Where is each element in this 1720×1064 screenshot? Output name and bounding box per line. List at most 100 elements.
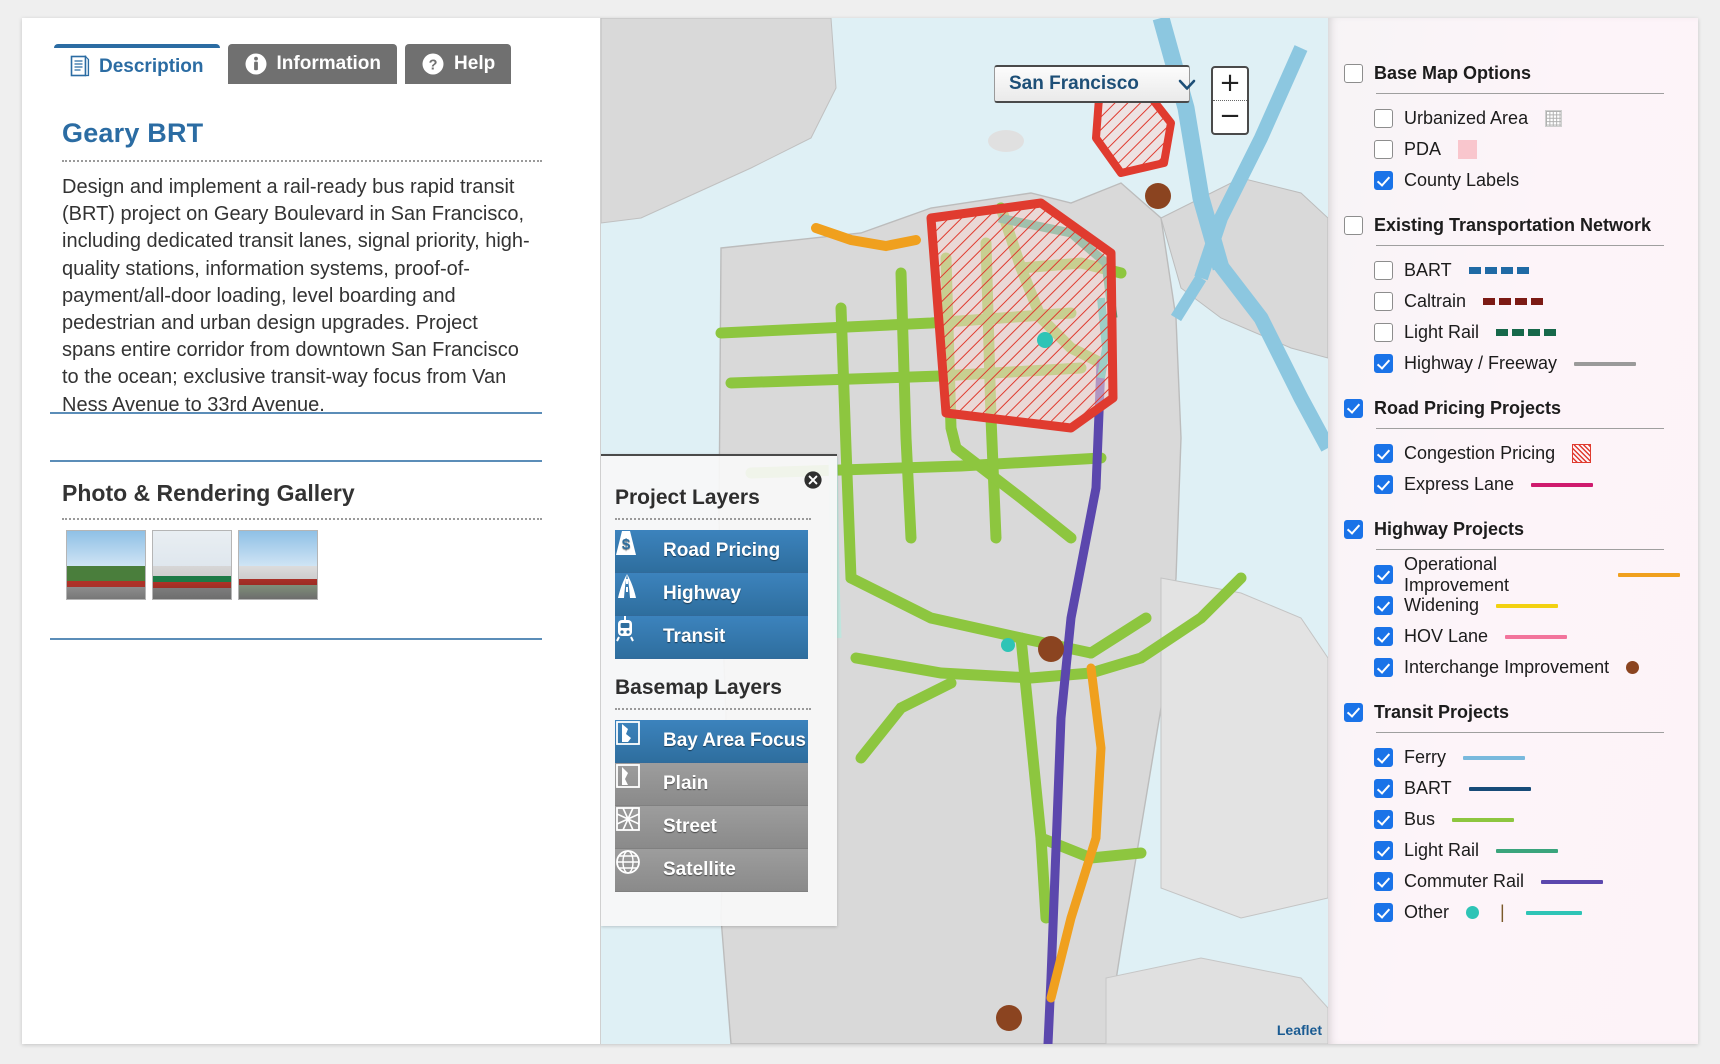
- legend-item-checkbox[interactable]: [1374, 109, 1393, 128]
- zoom-in-button[interactable]: +: [1213, 68, 1247, 101]
- leaflet-attribution[interactable]: Leaflet: [1277, 1022, 1322, 1038]
- basemap-button-satellite[interactable]: Satellite: [615, 849, 808, 892]
- zoom-controls: + −: [1211, 66, 1249, 135]
- legend-item-checkbox[interactable]: [1374, 810, 1393, 829]
- info-icon: [244, 52, 268, 76]
- gallery-thumbnail[interactable]: [66, 530, 146, 600]
- legend-item-light-rail[interactable]: Light Rail: [1374, 835, 1680, 866]
- legend-group-label: Base Map Options: [1374, 62, 1532, 83]
- legend-item-bart[interactable]: BART: [1374, 255, 1680, 286]
- legend-item-label: Widening: [1404, 595, 1480, 615]
- legend-item-pda[interactable]: PDA: [1374, 134, 1680, 165]
- legend-item-label: Congestion Pricing: [1404, 443, 1556, 463]
- legend-item-bart[interactable]: BART: [1374, 773, 1680, 804]
- legend-swatch: [1505, 634, 1568, 639]
- legend-group-checkbox[interactable]: [1344, 63, 1363, 83]
- page-title: Geary BRT: [62, 118, 204, 148]
- legend-item-checkbox[interactable]: [1374, 261, 1393, 280]
- close-icon[interactable]: [803, 470, 823, 490]
- legend-item-other[interactable]: Other |: [1374, 897, 1680, 928]
- legend-item-interchange-improvement[interactable]: Interchange Improvement: [1374, 652, 1680, 683]
- legend-item-hov-lane[interactable]: HOV Lane: [1374, 621, 1680, 652]
- legend-item-label: Express Lane: [1404, 474, 1515, 494]
- legend-swatch: [1545, 110, 1563, 127]
- legend-item-checkbox[interactable]: [1374, 140, 1393, 159]
- legend-item-checkbox[interactable]: [1374, 171, 1393, 190]
- legend-swatch: [1463, 755, 1525, 760]
- legend-item-caltrain[interactable]: Caltrain: [1374, 286, 1680, 317]
- legend-group-base-map-options[interactable]: Base Map Options: [1344, 58, 1680, 88]
- tab-help[interactable]: ? Help: [405, 44, 512, 84]
- basemap-button-street[interactable]: Street: [615, 806, 808, 849]
- legend-item-checkbox[interactable]: [1374, 748, 1393, 767]
- legend-item-checkbox[interactable]: [1374, 475, 1393, 494]
- legend-group-highway-projects[interactable]: Highway Projects: [1344, 514, 1680, 544]
- legend-swatch: [1452, 817, 1515, 822]
- tab-help-label: Help: [454, 53, 496, 74]
- legend-item-checkbox[interactable]: [1374, 323, 1393, 342]
- svg-text:?: ?: [429, 57, 438, 73]
- legend-group-divider: [1376, 549, 1664, 550]
- legend-item-express-lane[interactable]: Express Lane: [1374, 469, 1680, 500]
- legend-item-checkbox[interactable]: [1374, 872, 1393, 891]
- tab-description-label: Description: [99, 55, 204, 77]
- legend-item-label: Operational Improvement: [1404, 553, 1510, 595]
- zoom-out-button[interactable]: −: [1213, 101, 1247, 133]
- layer-button-transit[interactable]: Transit: [615, 616, 808, 659]
- basemap-button-plain[interactable]: Plain: [615, 763, 808, 806]
- legend-item-checkbox[interactable]: [1374, 292, 1393, 311]
- project-description: Design and implement a rail-ready bus ra…: [62, 176, 530, 416]
- tab-information[interactable]: Information: [227, 44, 398, 84]
- gallery-thumbnail[interactable]: [238, 530, 318, 600]
- legend-group-checkbox[interactable]: [1344, 398, 1363, 418]
- legend-item-label: Urbanized Area: [1404, 108, 1529, 128]
- legend-item-label: County Labels: [1404, 170, 1520, 190]
- legend-swatch: [1626, 661, 1640, 674]
- legend-group-checkbox[interactable]: [1344, 215, 1363, 235]
- title-divider: [62, 160, 542, 162]
- legend-item-highway-freeway[interactable]: Highway / Freeway: [1374, 348, 1680, 379]
- legend-item-commuter-rail[interactable]: Commuter Rail: [1374, 866, 1680, 897]
- legend-group-divider: [1376, 93, 1664, 94]
- layer-button-highway[interactable]: Highway: [615, 573, 808, 616]
- gallery-thumbnail[interactable]: [152, 530, 232, 600]
- legend-item-checkbox[interactable]: [1374, 444, 1393, 463]
- legend-item-checkbox[interactable]: [1374, 627, 1393, 646]
- basemap-layers-title: Basemap Layers: [615, 676, 782, 699]
- legend-item-congestion-pricing[interactable]: Congestion Pricing: [1374, 438, 1680, 469]
- project-layers-divider: [615, 518, 811, 520]
- legend-item-checkbox[interactable]: [1374, 841, 1393, 860]
- legend-item-checkbox[interactable]: [1374, 903, 1393, 922]
- description-divider-bottom: [50, 460, 542, 462]
- legend-item-checkbox[interactable]: [1374, 565, 1393, 584]
- tab-description[interactable]: Description: [54, 44, 220, 84]
- legend-group-checkbox[interactable]: [1344, 519, 1363, 539]
- legend-item-checkbox[interactable]: [1374, 354, 1393, 373]
- legend-item-ferry[interactable]: Ferry: [1374, 742, 1680, 773]
- legend-item-label: HOV Lane: [1404, 626, 1489, 646]
- legend-item-checkbox[interactable]: [1374, 658, 1393, 677]
- legend-group-road-pricing-projects[interactable]: Road Pricing Projects: [1344, 393, 1680, 423]
- legend-item-bus[interactable]: Bus: [1374, 804, 1680, 835]
- legend-item-light-rail[interactable]: Light Rail: [1374, 317, 1680, 348]
- legend-swatch: [1496, 329, 1559, 336]
- legend-group-checkbox[interactable]: [1344, 702, 1363, 722]
- legend-item-operational-improvement[interactable]: Operational Improvement: [1374, 554, 1680, 595]
- legend-swatch-separator: |: [1500, 902, 1505, 922]
- legend-group-existing-transportation-network[interactable]: Existing Transportation Network: [1344, 210, 1680, 240]
- legend-item-checkbox[interactable]: [1374, 596, 1393, 615]
- legend-swatch-line: [1525, 910, 1582, 915]
- legend-group-transit-projects[interactable]: Transit Projects: [1344, 697, 1680, 727]
- legend-item-label: BART: [1404, 260, 1452, 280]
- legend-item-label: Highway / Freeway: [1404, 353, 1558, 373]
- map-canvas[interactable]: San Francisco + − Project Layers $ Road …: [600, 18, 1329, 1044]
- layer-button-label: Highway: [663, 583, 742, 604]
- legend-item-checkbox[interactable]: [1374, 779, 1393, 798]
- legend-item-county-labels[interactable]: County Labels: [1374, 165, 1680, 196]
- layer-button-road-pricing[interactable]: $ Road Pricing: [615, 530, 808, 573]
- legend-item-label: BART: [1404, 778, 1452, 798]
- basemap-button-bay-area-focus[interactable]: Bay Area Focus: [615, 720, 808, 763]
- city-select[interactable]: San Francisco: [994, 65, 1196, 103]
- legend-item-urbanized-area[interactable]: Urbanized Area: [1374, 103, 1680, 134]
- basemap-button-label: Plain: [663, 773, 709, 794]
